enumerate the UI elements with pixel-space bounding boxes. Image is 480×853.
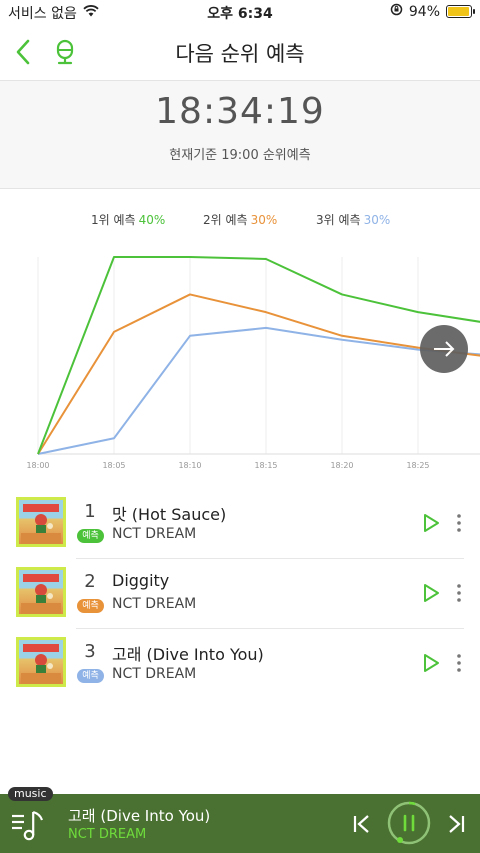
song-row[interactable]: 1 맛 (Hot Sauce) 예측 NCT DREAM: [0, 489, 480, 559]
song-list: 1 맛 (Hot Sauce) 예측 NCT DREAM 2 Diggity 예측 NCT D…: [0, 489, 480, 699]
legend-item-rank3: 3위 예측 30%: [316, 211, 390, 228]
playlist-icon: [12, 810, 44, 841]
series-line: [37, 256, 480, 455]
legend-label: 2위 예측: [203, 213, 248, 227]
x-tick-label: 18:00: [26, 461, 49, 470]
previous-button[interactable]: [352, 813, 372, 835]
next-icon: [449, 815, 465, 833]
back-button[interactable]: [12, 36, 42, 68]
more-options-button[interactable]: [452, 581, 466, 605]
legend-percent: 30%: [363, 213, 391, 227]
more-vertical-icon: [457, 654, 461, 672]
series-line: [37, 293, 480, 455]
legend-percent: 30%: [250, 213, 278, 227]
album-art[interactable]: [16, 637, 66, 687]
chart-next-button[interactable]: [420, 325, 468, 373]
rotation-lock-icon: [390, 3, 403, 20]
prediction-badge: 예측: [77, 529, 104, 543]
prediction-badge: 예측: [77, 599, 104, 613]
prediction-badge: 예측: [77, 669, 104, 683]
x-tick-label: 18:20: [330, 461, 353, 470]
play-button[interactable]: [420, 511, 442, 535]
album-art[interactable]: [16, 567, 66, 617]
music-tag: music: [8, 787, 53, 801]
now-playing-title: 고래 (Dive Into You): [68, 807, 211, 825]
play-icon: [424, 514, 439, 532]
rank-number: 2: [84, 571, 96, 592]
pause-button[interactable]: [386, 800, 432, 846]
previous-icon: [353, 815, 369, 833]
arrow-right-icon: [434, 341, 455, 357]
song-row[interactable]: 2 Diggity 예측 NCT DREAM: [0, 559, 480, 629]
x-tick-label: 18:10: [178, 461, 201, 470]
song-artist: NCT DREAM: [112, 666, 197, 682]
now-playing-artist: NCT DREAM: [68, 827, 147, 842]
microphone-icon: [56, 39, 74, 65]
chart-legend: 1위 예측 40% 2위 예측 30% 3위 예측 30%: [0, 211, 480, 229]
countdown-panel: 18:34:19 현재기준 19:00 순위예측: [0, 80, 480, 189]
x-tick-label: 18:25: [406, 461, 429, 470]
song-artist: NCT DREAM: [112, 526, 197, 542]
mini-player[interactable]: 고래 (Dive Into You) NCT DREAM: [0, 794, 480, 853]
play-button[interactable]: [420, 581, 442, 605]
rank-prediction-chart: 18:00 18:05 18:10 18:15 18:20 18:25: [26, 256, 480, 470]
legend-percent: 40%: [138, 213, 166, 227]
next-track-button[interactable]: [446, 813, 466, 835]
legend-item-rank2: 2위 예측 30%: [203, 211, 277, 228]
status-bar: 서비스 없음 오후 6:34 94%: [0, 0, 480, 24]
song-title: 맛 (Hot Sauce): [112, 505, 227, 524]
x-tick-label: 18:05: [102, 461, 125, 470]
legend-label: 3위 예측: [316, 213, 361, 227]
album-art[interactable]: [16, 497, 66, 547]
x-tick-label: 18:15: [254, 461, 277, 470]
play-icon: [424, 654, 439, 672]
more-vertical-icon: [457, 514, 461, 532]
battery-icon: [446, 5, 475, 18]
song-title: Diggity: [112, 571, 170, 590]
voice-search-button[interactable]: [50, 36, 80, 68]
prediction-basis: 현재기준 19:00 순위예측: [169, 148, 311, 163]
legend-label: 1위 예측: [91, 213, 136, 227]
song-title: 고래 (Dive Into You): [112, 645, 264, 664]
battery-percent: 94%: [408, 3, 440, 20]
rank-number: 1: [84, 501, 96, 522]
rank-number: 3: [84, 641, 96, 662]
pause-icon: [387, 801, 431, 845]
play-button[interactable]: [420, 651, 442, 675]
play-icon: [424, 584, 439, 602]
legend-item-rank1: 1위 예측 40%: [91, 211, 165, 228]
current-time: 18:34:19: [155, 91, 325, 132]
song-row[interactable]: 3 고래 (Dive Into You) 예측 NCT DREAM: [0, 629, 480, 699]
header: 다음 순위 예측: [0, 24, 480, 80]
more-options-button[interactable]: [452, 651, 466, 675]
more-options-button[interactable]: [452, 511, 466, 535]
song-artist: NCT DREAM: [112, 596, 197, 612]
more-vertical-icon: [457, 584, 461, 602]
playlist-button[interactable]: [10, 804, 50, 844]
back-arrow-icon: [16, 39, 30, 65]
